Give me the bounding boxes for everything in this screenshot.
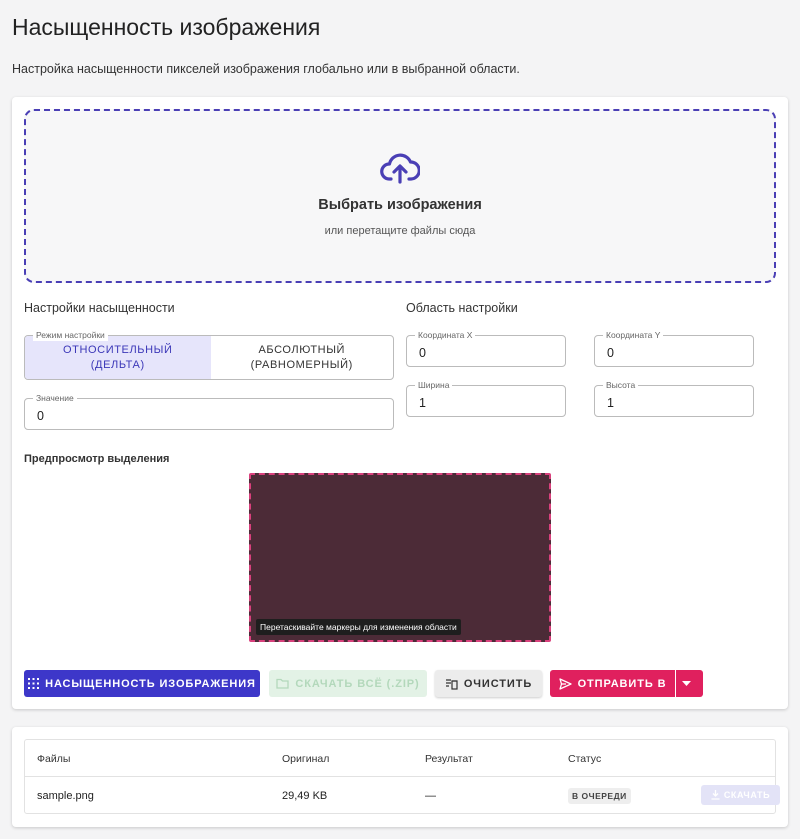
- value-field: Значение: [24, 392, 394, 430]
- page-subtitle: Настройка насыщенности пикселей изображе…: [12, 62, 520, 76]
- send-to-button[interactable]: ОТПРАВИТЬ В: [550, 670, 675, 697]
- selection-preview[interactable]: Перетаскивайте маркеры для изменения обл…: [249, 473, 551, 642]
- file-dropzone[interactable]: Выбрать изображения или перетащите файлы…: [24, 109, 776, 283]
- column-header-original: Оригинал: [282, 752, 330, 765]
- region-section-label: Область настройки: [406, 301, 518, 315]
- mode-toggle-group: Режим настройки ОТНОСИТЕЛЬНЫЙ (ДЕЛЬТА) А…: [24, 329, 394, 380]
- clear-list-icon: [445, 678, 458, 690]
- files-table: Файлы Оригинал Результат Статус sample.p…: [24, 739, 780, 814]
- page-title: Насыщенность изображения: [12, 14, 321, 40]
- coord-y-input[interactable]: [595, 336, 753, 366]
- preview-label: Предпросмотр выделения: [24, 453, 170, 465]
- grid-dots-icon: [28, 678, 40, 689]
- caret-down-icon: [682, 681, 691, 686]
- files-table-header: Файлы Оригинал Результат Статус: [25, 740, 775, 777]
- download-icon: [711, 790, 720, 800]
- column-header-status: Статус: [568, 752, 602, 765]
- apply-saturation-label: НАСЫЩЕННОСТЬ ИЗОБРАЖЕНИЯ: [45, 677, 256, 690]
- file-download-label: СКАЧАТЬ: [723, 790, 771, 800]
- status-badge: В ОЧЕРЕДИ: [568, 787, 631, 804]
- value-input[interactable]: [25, 399, 393, 429]
- file-name: sample.png: [37, 789, 94, 802]
- settings-card: Выбрать изображения или перетащите файлы…: [12, 97, 788, 709]
- width-input[interactable]: [407, 386, 565, 416]
- send-icon: [558, 677, 572, 690]
- download-zip-label: СКАЧАТЬ ВСЁ (.ZIP): [295, 677, 420, 690]
- coord-y-field: Координата Y: [594, 329, 754, 367]
- height-field: Высота: [594, 379, 754, 417]
- height-input[interactable]: [595, 386, 753, 416]
- mode-legend: Режим настройки: [33, 329, 108, 341]
- column-header-result: Результат: [425, 752, 473, 765]
- download-zip-button[interactable]: СКАЧАТЬ ВСЁ (.ZIP): [269, 670, 427, 697]
- saturation-section-label: Настройки насыщенности: [24, 301, 175, 315]
- column-header-files: Файлы: [37, 752, 71, 765]
- clear-label: ОЧИСТИТЬ: [463, 677, 533, 690]
- coord-x-field: Координата X: [406, 329, 566, 367]
- cloud-upload-icon: [380, 153, 420, 184]
- clear-button[interactable]: ОЧИСТИТЬ: [435, 670, 542, 697]
- mode-absolute-button[interactable]: АБСОЛЮТНЫЙ (РАВНОМЕРНЫЙ): [211, 336, 393, 379]
- file-status-cell: В ОЧЕРЕДИ: [568, 777, 631, 814]
- file-result: —: [425, 789, 436, 802]
- folder-icon: [276, 678, 290, 689]
- mode-relative-button[interactable]: ОТНОСИТЕЛЬНЫЙ (ДЕЛЬТА): [25, 336, 211, 379]
- send-to-label: ОТПРАВИТЬ В: [577, 677, 667, 690]
- send-to-dropdown-button[interactable]: [676, 670, 703, 697]
- table-row: sample.png 29,49 KB — В ОЧЕРЕДИ СКАЧАТЬ: [25, 777, 780, 814]
- width-field: Ширина: [406, 379, 566, 417]
- file-download-button[interactable]: СКАЧАТЬ: [701, 785, 780, 805]
- preview-hint: Перетаскивайте маркеры для изменения обл…: [256, 619, 461, 635]
- files-card: Файлы Оригинал Результат Статус sample.p…: [12, 727, 788, 827]
- coord-x-input[interactable]: [407, 336, 565, 366]
- dropzone-title: Выбрать изображения: [318, 197, 482, 213]
- apply-saturation-button[interactable]: НАСЫЩЕННОСТЬ ИЗОБРАЖЕНИЯ: [24, 670, 260, 697]
- file-original-size: 29,49 KB: [282, 789, 328, 802]
- dropzone-hint: или перетащите файлы сюда: [324, 225, 476, 237]
